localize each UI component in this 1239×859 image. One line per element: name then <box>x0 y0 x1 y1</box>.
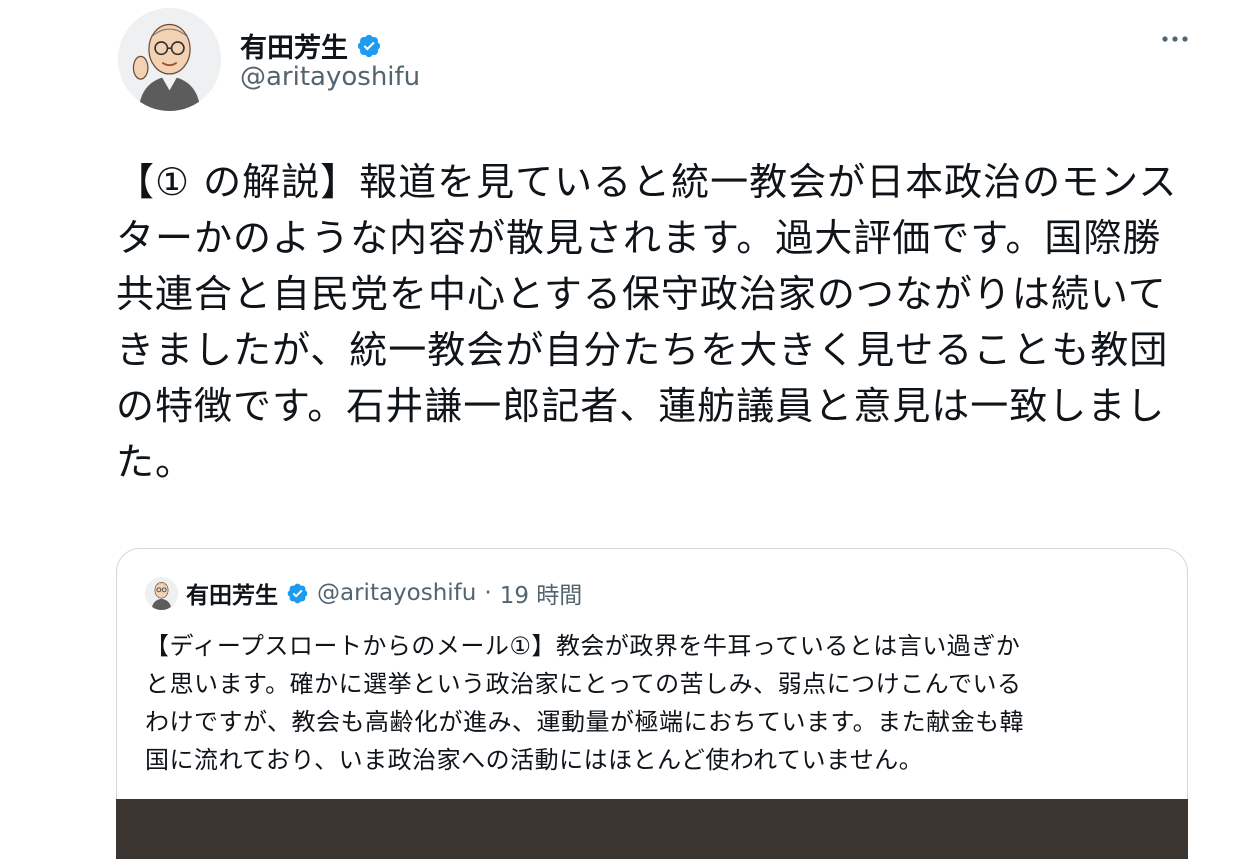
quoted-author-display-name: 有田芳生 <box>186 583 278 609</box>
avatar-illustration-icon <box>145 576 178 610</box>
quoted-tweet-text: 【ディープスロートからのメール①】教会が政界を牛耳っているとは言い過ぎか と思い… <box>145 632 1025 774</box>
quoted-tweet-card[interactable]: 有田芳生 @aritayoshifu · 19 時間 【ディープスロートからのメ… <box>116 548 1188 859</box>
quoted-tweet-timestamp[interactable]: 19 時間 <box>500 576 583 610</box>
quoted-author-avatar <box>145 576 178 610</box>
author-display-name[interactable]: 有田芳生 <box>240 26 348 65</box>
author-name-row: 有田芳生 <box>240 26 382 65</box>
verified-badge-icon <box>357 34 381 57</box>
quoted-tweet-media[interactable] <box>116 799 1188 859</box>
more-options-button[interactable] <box>1158 26 1192 52</box>
quoted-tweet-header: 有田芳生 @aritayoshifu · 19 時間 <box>145 576 582 610</box>
quoted-author-handle: @aritayoshifu <box>317 580 477 606</box>
author-avatar[interactable] <box>118 8 221 111</box>
separator-dot: · <box>484 580 492 606</box>
verified-badge-icon <box>287 583 308 603</box>
avatar-illustration-icon <box>118 8 221 111</box>
author-handle[interactable]: @aritayoshifu <box>240 62 420 92</box>
more-options-icon <box>1162 36 1188 42</box>
tweet-text: 【① の解説】報道を見ていると統一教会が日本政治のモンス ターかのような内容が散… <box>116 160 1178 484</box>
